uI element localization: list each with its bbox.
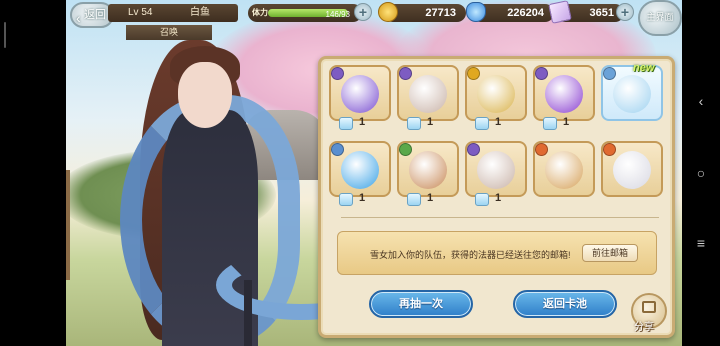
item-art-icon — [545, 151, 583, 189]
nav-home-icon[interactable]: ○ — [692, 164, 710, 182]
rarity-icon — [603, 143, 616, 156]
item-count: 1 — [427, 192, 434, 204]
item-art-icon — [409, 151, 447, 189]
count-gem-icon — [543, 117, 557, 130]
count-gem-icon — [339, 193, 353, 206]
summon-tab: 召唤 — [126, 25, 212, 40]
item-art-icon — [613, 75, 651, 113]
item-art-icon — [477, 75, 515, 113]
item-art-icon — [409, 75, 447, 113]
rarity-icon — [399, 67, 412, 80]
rarity-icon — [467, 143, 480, 156]
rarity-icon — [603, 67, 616, 80]
go-to-mailbox-button[interactable]: 前往邮箱 — [582, 244, 638, 262]
result-message: 雪女加入你的队伍，获得的法器已经送往您的邮箱! — [370, 250, 571, 260]
nav-recents-icon[interactable]: ≡ — [692, 234, 710, 252]
stamina-bar: 体力 146/93 + — [248, 3, 372, 22]
summon-result-panel: 1 1 1 1 1 1 1 new 雪女加入你的队伍，获得的法器已经送往您的邮箱! 前往邮箱… — [318, 56, 675, 338]
rarity-icon — [467, 67, 480, 80]
item-art-icon — [545, 75, 583, 113]
return-to-pool-button[interactable]: 返回卡池 — [513, 290, 617, 318]
message-box: 雪女加入你的队伍，获得的法器已经送往您的邮箱! 前往邮箱 — [337, 231, 657, 275]
player-level: Lv 54 — [128, 7, 153, 18]
gold-value: 27713 — [425, 7, 456, 19]
add-ticket-button[interactable]: + — [616, 3, 634, 21]
gold-coin-icon — [378, 2, 398, 22]
item-count: 1 — [563, 116, 570, 128]
count-gem-icon — [407, 193, 421, 206]
summon-ticket-icon — [548, 0, 572, 24]
item-art-icon — [341, 75, 379, 113]
new-tag: new — [633, 62, 655, 74]
count-gem-icon — [475, 193, 489, 206]
reward-item[interactable]: 1 — [465, 65, 527, 130]
count-gem-icon — [407, 117, 421, 130]
back-arrow-icon: ‹ — [76, 10, 81, 26]
item-art-icon — [341, 151, 379, 189]
player-level-bar: Lv 54 白鱼 — [108, 4, 238, 22]
add-stamina-button[interactable]: + — [354, 3, 372, 21]
blue-gem-icon — [466, 2, 486, 22]
count-gem-icon — [475, 117, 489, 130]
player-name: 白鱼 — [190, 7, 210, 18]
reward-item[interactable]: 1 — [397, 141, 459, 206]
stamina-label: 体力 — [252, 8, 268, 17]
phone-left-edge — [0, 0, 66, 346]
character-face — [178, 62, 232, 128]
reward-item[interactable]: 1 — [533, 65, 595, 130]
rarity-icon — [331, 67, 344, 80]
stamina-value: 146/93 — [325, 10, 350, 19]
gem-value: 226204 — [507, 7, 544, 19]
item-count: 1 — [427, 116, 434, 128]
main-menu-button[interactable]: 主界面 — [638, 0, 682, 36]
item-count: 1 — [495, 116, 502, 128]
gem-counter: 226204 — [466, 2, 554, 22]
rarity-icon — [399, 143, 412, 156]
reward-item[interactable]: 1 — [465, 141, 527, 206]
item-count: 1 — [359, 116, 366, 128]
character-cane — [244, 280, 252, 346]
rarity-icon — [535, 143, 548, 156]
rarity-icon — [331, 143, 344, 156]
nav-back-icon[interactable]: ‹ — [692, 92, 710, 110]
back-button-label: 返回 — [84, 9, 106, 21]
reward-item[interactable]: 1 — [329, 141, 391, 206]
reward-item[interactable]: 1 — [397, 65, 459, 130]
divider — [341, 217, 659, 218]
share-label: 分享 — [634, 322, 654, 333]
count-gem-icon — [339, 117, 353, 130]
share-icon — [642, 301, 656, 313]
reward-item[interactable] — [601, 65, 663, 129]
rarity-icon — [535, 67, 548, 80]
wooden-fence — [66, 170, 106, 280]
screen: ‹ 返回 Lv 54 白鱼 召唤 体力 146/93 + 27713 22620… — [0, 0, 720, 346]
item-count: 1 — [495, 192, 502, 204]
reward-item[interactable] — [601, 141, 663, 205]
ticket-counter: 3651 + — [548, 0, 634, 24]
reward-item[interactable] — [533, 141, 595, 205]
ticket-value: 3651 — [589, 7, 614, 19]
item-art-icon — [477, 151, 515, 189]
draw-again-button[interactable]: 再抽一次 — [369, 290, 473, 318]
android-nav-bar: ‹ ○ ≡ — [682, 0, 720, 346]
reward-item[interactable]: 1 — [329, 65, 391, 130]
gold-counter: 27713 — [378, 2, 466, 22]
item-art-icon — [613, 151, 651, 189]
item-count: 1 — [359, 192, 366, 204]
